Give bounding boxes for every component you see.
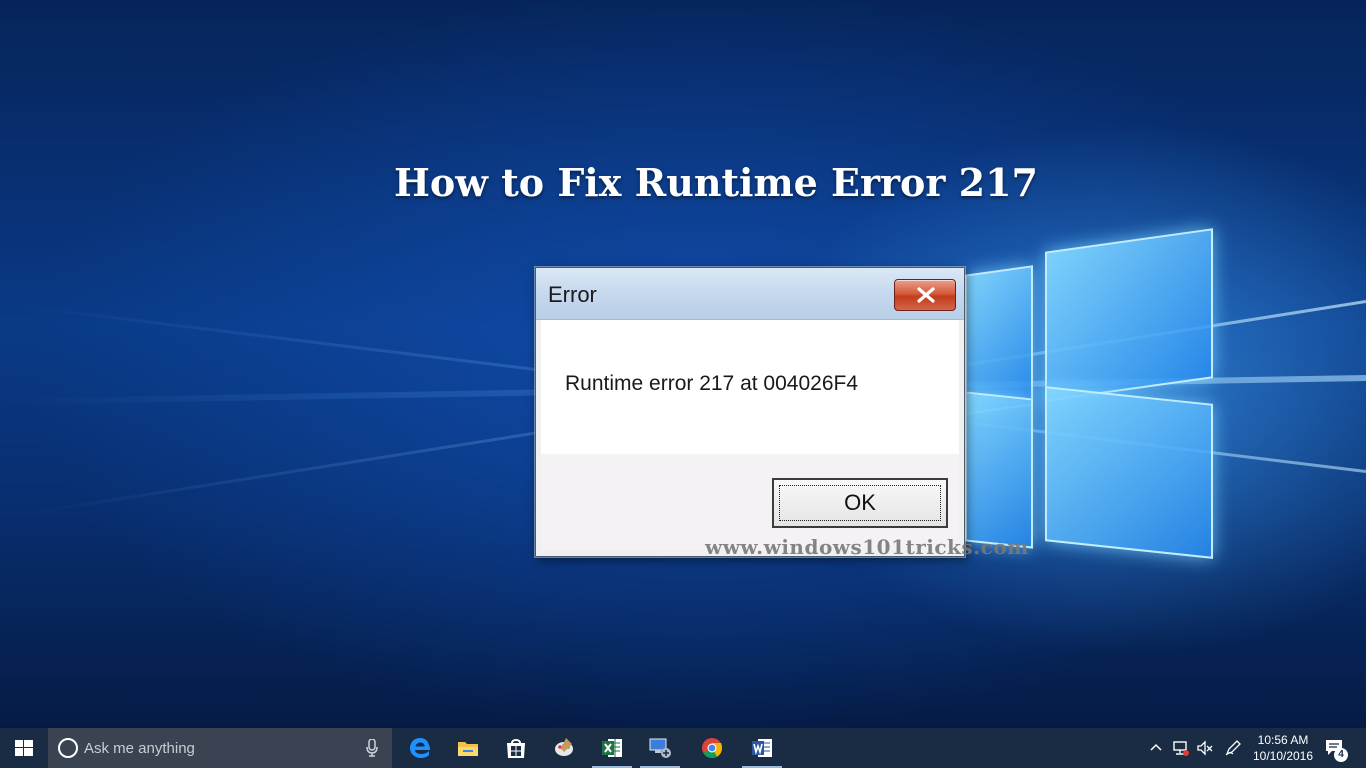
windows-logo-graphic	[965, 228, 1215, 559]
cortana-icon	[58, 738, 78, 758]
ok-button[interactable]: OK	[772, 478, 948, 528]
system-clock[interactable]: 10:56 AM 10/10/2016	[1248, 732, 1318, 764]
search-input[interactable]	[84, 728, 354, 768]
error-message: Runtime error 217 at 004026F4	[565, 372, 859, 395]
start-button[interactable]	[0, 728, 48, 768]
taskbar-app-edge[interactable]	[396, 728, 444, 768]
dialog-titlebar[interactable]: Error	[536, 268, 964, 320]
paint-icon	[555, 738, 573, 756]
logo-pane	[1045, 228, 1213, 402]
store-icon	[507, 739, 525, 758]
microphone-icon[interactable]	[366, 739, 378, 757]
error-dialog: Error Runtime error 217 at 004026F4 OK	[535, 267, 965, 557]
close-icon	[917, 287, 935, 303]
edge-icon	[410, 738, 430, 758]
network-icon[interactable]	[1172, 739, 1190, 757]
page-headline: How to Fix Runtime Error 217	[394, 160, 1038, 205]
windows-start-icon	[15, 740, 33, 756]
taskbar-app-excel[interactable]	[588, 728, 636, 768]
taskbar: 10:56 AM 10/10/2016 4	[0, 728, 1366, 768]
dialog-body: Runtime error 217 at 004026F4	[541, 320, 959, 454]
cortana-search-box[interactable]	[48, 728, 392, 768]
taskbar-app-remote-desktop[interactable]	[636, 728, 684, 768]
show-hidden-icons-chevron-icon[interactable]	[1150, 742, 1162, 754]
taskbar-app-store[interactable]	[492, 728, 540, 768]
file-explorer-icon	[458, 742, 478, 756]
site-watermark: www.windows101tricks.com	[705, 535, 1029, 559]
logo-pane	[1045, 386, 1213, 559]
chrome-icon	[702, 738, 723, 759]
pen-workspace-icon[interactable]	[1224, 739, 1242, 757]
taskbar-app-file-explorer[interactable]	[444, 728, 492, 768]
volume-muted-icon[interactable]	[1196, 739, 1214, 757]
notification-count-badge: 4	[1334, 748, 1348, 762]
clock-time: 10:56 AM	[1257, 733, 1309, 747]
dialog-title: Error	[548, 282, 597, 307]
remote-desktop-icon	[649, 738, 671, 758]
taskbar-app-word[interactable]	[738, 728, 786, 768]
logo-pane	[965, 391, 1033, 549]
close-button[interactable]	[894, 279, 956, 311]
word-icon	[752, 739, 772, 757]
taskbar-app-paint[interactable]	[540, 728, 588, 768]
excel-icon	[602, 739, 622, 757]
clock-date: 10/10/2016	[1252, 749, 1314, 763]
taskbar-app-chrome[interactable]	[688, 728, 736, 768]
